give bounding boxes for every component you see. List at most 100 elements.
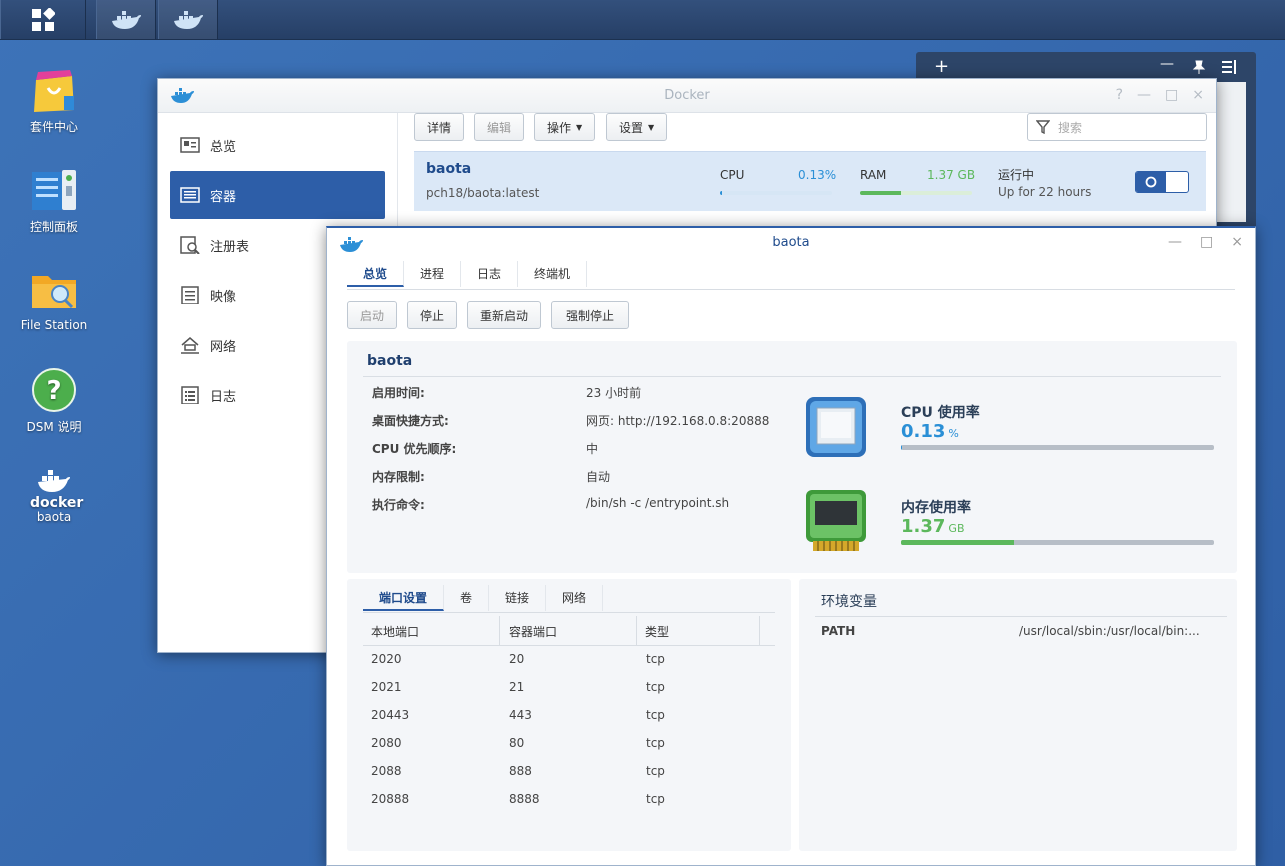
container-row[interactable]: baota pch18/baota:latest CPU 0.13% RAM 1… [414,151,1206,211]
search-box[interactable]: 搜索 [1027,113,1207,141]
cpu-chip-icon [806,397,866,457]
container-image: pch18/baota:latest [426,186,540,200]
details-button[interactable]: 详情 [414,113,465,141]
tab-terminal[interactable]: 终端机 [518,260,588,287]
window-title: Docker [664,88,710,103]
action-dropdown[interactable]: 操作 ▼ [534,113,596,141]
image-icon [181,286,199,304]
main-menu-icon [32,7,55,31]
maximize-button[interactable]: □ [1200,234,1213,250]
desktop-icon-label: 控制面板 [29,220,78,234]
table-cell: 2021 [371,680,402,694]
baota-tabs: 总览 进程 日志 终端机 [347,258,1235,290]
minimize-button[interactable]: — [1168,234,1182,250]
desktop-icon-file-station[interactable]: File Station [8,266,100,332]
restart-button[interactable]: 重新启动 [467,301,542,329]
cpu-usage-bar [901,445,1214,450]
env-value: /usr/local/sbin:/usr/local/bin:... [1019,624,1200,638]
docker-icon [174,10,203,29]
table-row[interactable]: 2021 21 tcp [363,673,775,701]
table-row[interactable]: 2020 20 tcp [363,645,775,673]
table-cell: 2088 [371,764,402,778]
help-button[interactable]: ? [1116,87,1123,103]
docker-icon: docker [30,466,83,511]
close-button[interactable]: × [1192,87,1204,103]
table-cell: 888 [509,764,532,778]
filter-icon [1036,120,1050,134]
tab-volume[interactable]: 卷 [444,584,490,611]
force-stop-button[interactable]: 强制停止 [551,301,630,329]
container-status: 运行中 [998,168,1035,182]
pin-icon[interactable] [1192,60,1206,74]
table-row[interactable]: 20888 8888 tcp [363,785,775,813]
table-cell: 20443 [371,708,410,722]
desktop-icon-package-center[interactable]: 套件中心 [8,66,100,135]
info-label: 启用时间: [372,386,425,400]
memory-usage-label: 内存使用率 [901,500,971,516]
table-cell: 8888 [509,792,540,806]
tab-log[interactable]: 日志 [461,260,519,287]
container-uptime: Up for 22 hours [998,185,1092,199]
sidebar-item-label: 容器 [210,189,237,205]
edit-button[interactable]: 编辑 [474,113,525,141]
column-header[interactable]: 类型 [645,623,669,640]
desktop-icon-label: File Station [20,318,88,332]
tab-network[interactable]: 网络 [546,584,604,611]
package-center-icon [30,66,78,114]
taskbar-docker-app-1[interactable] [96,0,156,39]
search-input[interactable]: 搜索 [1058,119,1082,136]
tab-overview[interactable]: 总览 [347,260,405,287]
info-label: 执行命令: [372,498,425,512]
table-row[interactable]: 2080 80 tcp [363,729,775,757]
tab-process[interactable]: 进程 [404,260,462,287]
table-cell: tcp [646,652,665,666]
docker-wordmark: docker [30,495,84,511]
info-label: 内存限制: [372,470,425,484]
table-cell: tcp [646,764,665,778]
minimize-button[interactable]: — [1137,87,1151,103]
baota-titlebar: baota — □ × [327,228,1255,258]
desktop-icon-control-panel[interactable]: 控制面板 [8,166,100,235]
start-button[interactable]: 启动 [347,301,398,329]
close-button[interactable]: × [1231,234,1243,250]
desktop-icon-baota[interactable]: docker baota [8,466,100,524]
control-panel-icon [30,166,78,214]
maximize-button[interactable]: □ [1165,87,1178,103]
column-header[interactable]: 本地端口 [371,623,419,640]
stop-button[interactable]: 停止 [407,301,458,329]
menu-icon[interactable] [1222,60,1238,74]
add-icon[interactable]: + [934,56,949,77]
tab-port-settings[interactable]: 端口设置 [363,584,445,611]
help-icon: ? [30,366,78,414]
settings-dropdown[interactable]: 设置 ▼ [606,113,668,141]
minimize-icon[interactable]: — [1160,56,1174,72]
table-row[interactable]: 20443 443 tcp [363,701,775,729]
shortcut-link[interactable]: 网页: http://192.168.0.8:20888 [586,412,769,429]
window-title: baota [772,235,810,250]
table-cell: tcp [646,792,665,806]
table-cell: tcp [646,708,665,722]
cpu-bar-fill [720,191,723,195]
memory-usage-bar [901,540,1214,545]
ram-bar-fill [860,191,902,195]
taskbar-docker-app-2[interactable] [158,0,218,39]
info-value: 自动 [586,470,611,484]
table-cell: 80 [509,736,525,750]
sidebar-item-overview[interactable]: 总览 [170,121,385,169]
svg-text:?: ? [46,376,61,406]
main-menu-button[interactable] [0,0,86,39]
ports-panel: 端口设置 卷 链接 网络 本地端口 容器端口 类型 2020 20 tcp 2021 2… [347,579,791,851]
docker-icon [112,10,141,29]
memory-module-icon [806,490,866,551]
env-panel: 环境变量 PATH /usr/local/sbin:/usr/local/bin… [799,579,1237,851]
table-row[interactable]: 2088 888 tcp [363,757,775,785]
container-toggle[interactable] [1135,171,1189,193]
tab-links[interactable]: 链接 [489,584,547,611]
memory-usage-value: 1.37 [901,516,946,537]
sidebar-item-container[interactable]: 容器 [170,171,385,219]
taskbar [0,0,1285,40]
column-header[interactable]: 容器端口 [509,623,557,640]
desktop-icon-dsm-help[interactable]: ? DSM 说明 [8,366,100,435]
sidebar-item-label: 网络 [210,339,237,355]
ram-label: RAM [860,168,887,182]
